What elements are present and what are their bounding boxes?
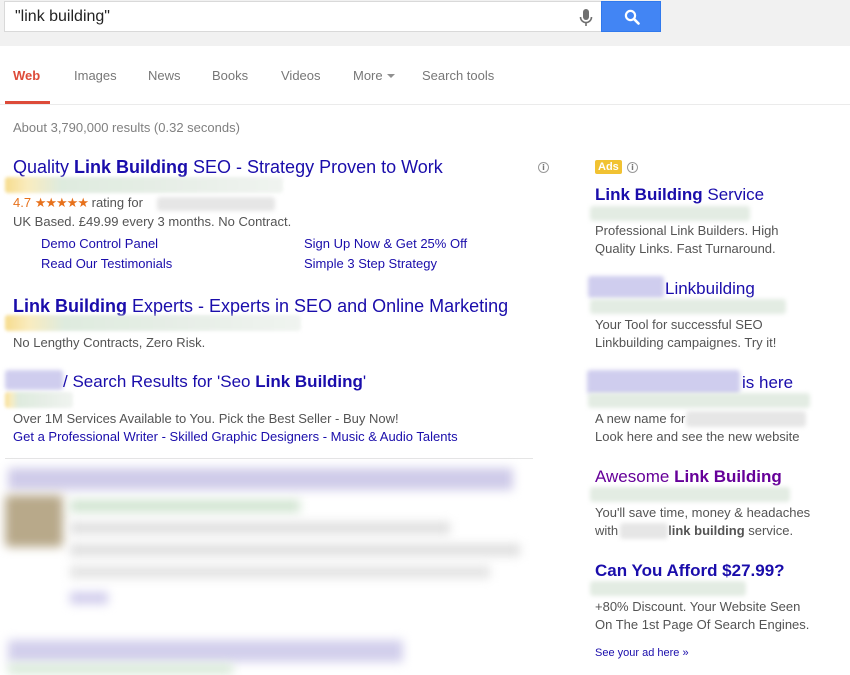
right-ad-4-title-bold: Link Building xyxy=(674,467,782,486)
ad-3-title-pre: / Search Results for 'Seo xyxy=(63,372,256,391)
organic-result-2-title-blurred xyxy=(8,640,403,662)
ad-2-title-post: Experts - Experts in SEO and Online Mark… xyxy=(127,296,509,316)
ad-1-title[interactable]: Quality Link Building SEO - Strategy Pro… xyxy=(13,157,443,178)
right-ad-4-url-redacted xyxy=(590,487,790,502)
ad-3-description: Over 1M Services Available to You. Pick … xyxy=(13,411,399,426)
ad-2-url-redacted xyxy=(5,315,301,331)
search-button[interactable] xyxy=(601,1,661,32)
right-ad-2-desc-2: Linkbuilding campaignes. Try it! xyxy=(595,335,777,350)
ad-3-title-bold: Link Building xyxy=(255,372,363,391)
right-ad-3-desc-1: A new name for xyxy=(595,411,686,426)
right-ad-3-brand-redacted xyxy=(587,370,740,394)
organic-result-1-snippet-blurred xyxy=(70,566,490,578)
tab-news[interactable]: News xyxy=(148,68,181,83)
ad-3-title[interactable]: / Search Results for 'Seo Link Building' xyxy=(63,372,366,392)
right-ad-2-brand-redacted xyxy=(588,276,664,298)
ad-1-title-post: SEO - Strategy Proven to Work xyxy=(188,157,443,177)
ad-3-brand-redacted xyxy=(5,370,63,390)
tab-web[interactable]: Web xyxy=(13,68,40,83)
ads-divider xyxy=(5,458,533,459)
ad-3-sitelinks[interactable]: Get a Professional Writer - Skilled Grap… xyxy=(13,429,458,444)
right-ad-5-title-text: Can You Afford $27.99? xyxy=(595,561,785,580)
right-ad-2-title[interactable]: Linkbuilding xyxy=(665,279,755,299)
ad-2-title[interactable]: Link Building Experts - Experts in SEO a… xyxy=(13,296,508,317)
rating-value: 4.7 xyxy=(13,195,32,210)
organic-result-1-snippet-blurred xyxy=(70,544,520,556)
right-ad-3-title[interactable]: is here xyxy=(742,373,793,393)
right-ad-5-desc-2: On The 1st Page Of Search Engines. xyxy=(595,617,810,632)
info-icon[interactable]: i xyxy=(627,162,638,173)
tab-more-label: More xyxy=(353,68,383,83)
ad-1-title-pre: Quality xyxy=(13,157,75,177)
search-header xyxy=(0,0,850,46)
ad-1-rating-source-redacted xyxy=(157,197,275,211)
result-stats: About 3,790,000 results (0.32 seconds) xyxy=(13,120,240,135)
right-ad-1-title[interactable]: Link Building Service xyxy=(595,185,764,205)
caret-down-icon xyxy=(386,74,395,78)
microphone-icon[interactable] xyxy=(578,8,594,28)
ad-2-title-bold: Link Building xyxy=(13,296,127,316)
ad-1-rating: 4.7 ★★★★★ rating for xyxy=(13,195,143,211)
tab-books[interactable]: Books xyxy=(212,68,248,83)
organic-result-1-link-blurred xyxy=(70,592,108,604)
sitelink-sign-up[interactable]: Sign Up Now & Get 25% Off xyxy=(304,236,467,251)
sitelink-testimonials[interactable]: Read Our Testimonials xyxy=(41,256,172,271)
search-box[interactable] xyxy=(4,1,602,32)
active-tab-indicator xyxy=(5,101,50,104)
tab-more[interactable]: More xyxy=(353,68,395,83)
tab-images[interactable]: Images xyxy=(74,68,117,83)
see-your-ad-link[interactable]: See your ad here » xyxy=(595,647,689,659)
right-ad-5-url-redacted xyxy=(590,581,746,596)
search-tabs: Web Images News Books Videos More Search… xyxy=(0,46,850,105)
ads-badge: Ads xyxy=(595,160,622,174)
search-input[interactable] xyxy=(15,7,575,27)
organic-result-1-url-blurred xyxy=(70,500,300,512)
sitelink-demo-control-panel[interactable]: Demo Control Panel xyxy=(41,236,158,251)
ad-1-title-bold: Link Building xyxy=(74,157,189,177)
organic-result-2-url-blurred xyxy=(8,664,233,674)
right-ad-4-brand-text-redacted xyxy=(620,523,668,539)
ad-1-description: UK Based. £49.99 every 3 months. No Cont… xyxy=(13,214,292,229)
right-ad-4-title-pre: Awesome xyxy=(595,467,675,486)
right-ad-1-desc-2: Quality Links. Fast Turnaround. xyxy=(595,241,776,256)
right-ad-2-url-redacted xyxy=(590,299,786,314)
right-ad-3-desc-2: Look here and see the new website xyxy=(595,429,800,444)
right-ad-5-title[interactable]: Can You Afford $27.99? xyxy=(595,561,785,581)
organic-result-1-title-blurred xyxy=(8,468,513,490)
tab-videos[interactable]: Videos xyxy=(281,68,321,83)
search-icon xyxy=(624,9,640,25)
right-ad-4-desc-2-bold: link building xyxy=(668,523,745,538)
organic-result-1-thumbnail-blurred xyxy=(5,495,63,547)
right-ad-5-desc-1: +80% Discount. Your Website Seen xyxy=(595,599,801,614)
ad-3-title-post: ' xyxy=(362,372,367,391)
right-ad-1-desc-1: Professional Link Builders. High xyxy=(595,223,779,238)
ad-3-url-redacted xyxy=(5,392,73,408)
sitelink-3-step[interactable]: Simple 3 Step Strategy xyxy=(304,256,437,271)
info-icon[interactable]: i xyxy=(538,162,549,173)
right-ad-3-url-redacted xyxy=(588,393,810,408)
right-ad-1-title-post: Service xyxy=(702,185,765,204)
right-ad-4-desc-2-pre: with xyxy=(595,523,619,538)
right-ad-2-desc-1: Your Tool for successful SEO xyxy=(595,317,763,332)
tab-search-tools[interactable]: Search tools xyxy=(422,68,494,83)
ad-1-url-redacted xyxy=(5,177,283,193)
right-ad-1-title-bold: Link Building xyxy=(595,185,703,204)
right-ad-4-title[interactable]: Awesome Link Building xyxy=(595,467,782,487)
ad-2-description: No Lengthy Contracts, Zero Risk. xyxy=(13,335,206,350)
organic-result-1-snippet-blurred xyxy=(70,522,450,534)
right-ad-4-desc-2-post: service. xyxy=(744,523,794,538)
rating-stars: ★★★★★ xyxy=(34,195,89,210)
right-ad-1-url-redacted xyxy=(590,206,750,221)
right-ad-4-desc-1: You'll save time, money & headaches xyxy=(595,505,811,520)
right-ad-3-brand-text-redacted xyxy=(686,411,806,427)
rating-text: rating for xyxy=(91,195,143,210)
